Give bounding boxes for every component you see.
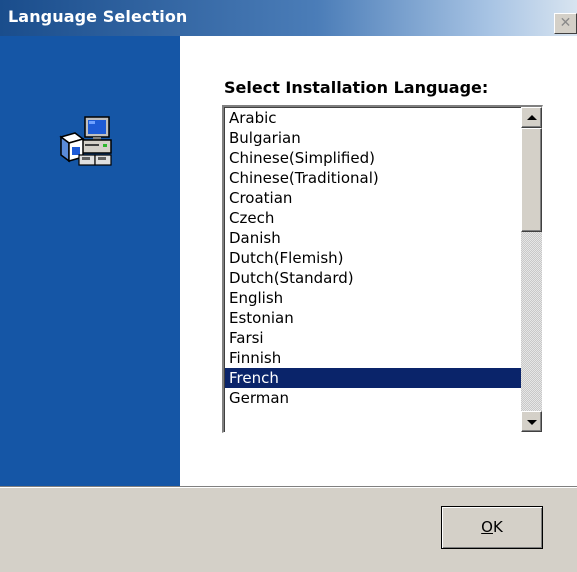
footer-separator — [0, 486, 577, 488]
close-icon: ✕ — [559, 15, 572, 31]
language-option[interactable]: Estonian — [225, 308, 521, 328]
scroll-down-button[interactable] — [521, 411, 542, 432]
title-bar[interactable]: Language Selection ✕ — [0, 0, 577, 36]
language-option[interactable]: German — [225, 388, 521, 408]
ok-button[interactable]: OK — [441, 506, 543, 549]
window-title: Language Selection — [8, 7, 188, 26]
language-option[interactable]: Bulgarian — [225, 128, 521, 148]
language-option[interactable]: English — [225, 288, 521, 308]
close-button[interactable]: ✕ — [554, 13, 577, 34]
language-listbox[interactable]: Arabic Bulgarian Chinese(Simplified) Chines… — [222, 105, 543, 433]
language-option[interactable]: Danish — [225, 228, 521, 248]
language-selection-dialog: Language Selection ✕ Select Installation… — [0, 0, 577, 572]
language-option[interactable]: Farsi — [225, 328, 521, 348]
language-option[interactable]: Finnish — [225, 348, 521, 368]
side-panel — [0, 36, 180, 486]
language-option[interactable]: Arabic — [225, 108, 521, 128]
language-list[interactable]: Arabic Bulgarian Chinese(Simplified) Chines… — [225, 108, 521, 432]
scroll-up-button[interactable] — [521, 107, 542, 128]
language-option[interactable]: French — [225, 368, 521, 388]
arrow-down-icon — [527, 420, 537, 425]
computer-setup-icon — [59, 116, 112, 166]
language-option[interactable]: Dutch(Flemish) — [225, 248, 521, 268]
language-option[interactable]: Dutch(Standard) — [225, 268, 521, 288]
ok-mnemonic: O — [481, 518, 493, 536]
arrow-up-icon — [527, 115, 537, 120]
language-option[interactable]: Chinese(Traditional) — [225, 168, 521, 188]
main-panel: Select Installation Language: Arabic Bulg… — [180, 36, 577, 486]
scroll-thumb[interactable] — [521, 128, 542, 232]
language-option[interactable]: Czech — [225, 208, 521, 228]
prompt-label: Select Installation Language: — [224, 78, 489, 97]
ok-label-rest: K — [492, 518, 503, 536]
vertical-scrollbar[interactable] — [521, 107, 542, 432]
language-option[interactable]: Chinese(Simplified) — [225, 148, 521, 168]
language-option[interactable]: Croatian — [225, 188, 521, 208]
